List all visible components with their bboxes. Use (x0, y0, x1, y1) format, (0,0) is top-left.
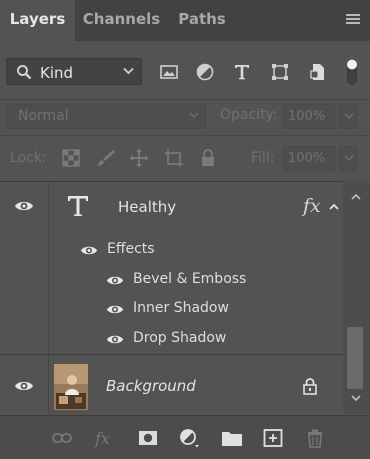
chevron-down-icon (344, 113, 354, 120)
scrollbar-thumb[interactable] (347, 327, 363, 389)
visibility-cell (0, 182, 49, 354)
layer-locked-icon[interactable] (302, 377, 318, 395)
tab-layers[interactable]: Layers (0, 0, 75, 41)
effect-drop-shadow[interactable]: Drop Shadow (133, 330, 226, 346)
tab-channels[interactable]: Channels (75, 0, 168, 41)
layer-filter-row: Kind (0, 41, 370, 99)
fill-dropdown-button[interactable] (339, 146, 357, 171)
layer-row-background[interactable]: Background (0, 355, 343, 415)
eye-icon[interactable] (80, 244, 98, 257)
lock-transparent-pixels-icon[interactable] (61, 148, 81, 168)
effect-inner-shadow[interactable]: Inner Shadow (133, 300, 229, 316)
new-layer-icon[interactable] (262, 428, 284, 448)
layers-list: Healthy fx Effects Bevel & Emboss Inner … (0, 181, 343, 415)
blend-opacity-row: Normal Opacity: 100% (0, 99, 370, 135)
lock-fill-row: Lock: Fill: 100% (0, 136, 370, 180)
eye-icon[interactable] (106, 303, 124, 316)
chevron-down-icon (123, 67, 134, 75)
eye-icon[interactable] (14, 199, 34, 213)
adjustment-layer-icon[interactable] (178, 428, 200, 448)
chevron-down-icon (189, 112, 199, 119)
collapse-effects-icon[interactable] (329, 203, 339, 210)
blend-mode-value: Normal (18, 108, 69, 124)
layers-bottom-toolbar: fx (0, 415, 370, 459)
fx-indicator-icon[interactable]: fx (303, 195, 321, 217)
layer-row-healthy[interactable]: Healthy fx Effects Bevel & Emboss Inner … (0, 182, 343, 354)
chevron-down-icon (344, 155, 354, 162)
eye-icon[interactable] (106, 333, 124, 346)
link-layers-icon[interactable] (51, 428, 73, 448)
shape-filter-icon[interactable] (270, 62, 290, 82)
filter-kind-select[interactable]: Kind (6, 58, 142, 85)
add-mask-icon[interactable] (137, 428, 159, 448)
eye-icon[interactable] (106, 274, 124, 287)
smart-object-filter-icon[interactable] (308, 62, 328, 82)
filter-toggle-icon[interactable] (345, 57, 359, 87)
panel-menu-icon[interactable] (346, 14, 360, 26)
layer-name[interactable]: Healthy (118, 198, 176, 216)
lock-label: Lock: (10, 150, 47, 166)
scroll-down-icon[interactable] (351, 395, 361, 402)
opacity-input[interactable]: 100% (283, 104, 336, 129)
opacity-label: Opacity: (220, 107, 278, 123)
fill-input[interactable]: 100% (283, 146, 336, 171)
scroll-up-icon[interactable] (351, 193, 361, 200)
panel-tab-bar: Layers Channels Paths (0, 0, 370, 41)
fill-label: Fill: (251, 150, 275, 166)
lock-artboard-icon[interactable] (164, 148, 184, 168)
svg-text:fx: fx (94, 429, 110, 448)
background-thumbnail-image (53, 363, 89, 411)
image-filter-icon[interactable] (159, 62, 179, 82)
visibility-cell (0, 355, 49, 415)
filter-kind-label: Kind (40, 64, 74, 82)
effect-bevel-emboss[interactable]: Bevel & Emboss (133, 271, 246, 287)
lock-position-icon[interactable] (129, 148, 149, 168)
search-icon (17, 65, 32, 80)
effects-header[interactable]: Effects (107, 241, 155, 257)
layer-name[interactable]: Background (106, 377, 196, 395)
new-group-icon[interactable] (221, 428, 243, 448)
type-filter-icon[interactable] (232, 62, 252, 82)
lock-image-pixels-icon[interactable] (96, 148, 116, 168)
opacity-dropdown-button[interactable] (339, 104, 357, 129)
eye-icon[interactable] (14, 379, 34, 393)
blend-mode-select[interactable]: Normal (6, 104, 206, 129)
lock-all-icon[interactable] (198, 148, 218, 168)
adjustment-filter-icon[interactable] (195, 62, 215, 82)
layers-scrollbar[interactable] (343, 181, 370, 414)
tab-paths[interactable]: Paths (168, 0, 236, 41)
text-layer-thumbnail-icon (68, 196, 88, 216)
layer-style-fx-icon[interactable]: fx (94, 428, 116, 448)
delete-layer-icon[interactable] (304, 428, 326, 448)
